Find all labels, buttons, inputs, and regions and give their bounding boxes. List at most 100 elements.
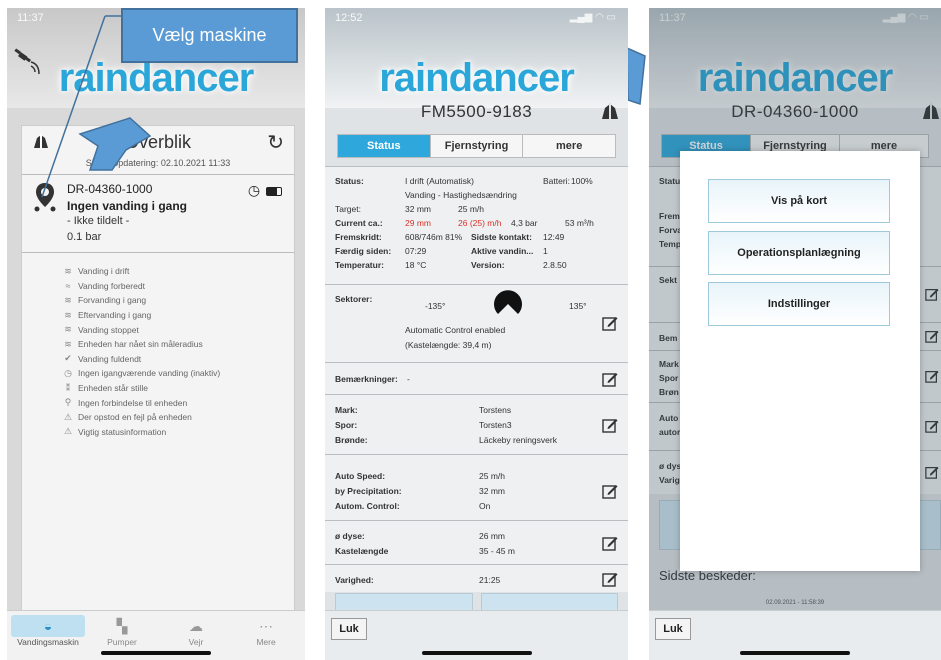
edit-icon[interactable]: [602, 315, 618, 331]
well-value: Läckeby reningsverk: [479, 435, 557, 445]
current-pressure: 4,3 bar: [511, 218, 538, 228]
legend-label: Forvanding i gang: [78, 295, 147, 306]
detail-tabs: Status Fjernstyring mere: [337, 134, 616, 158]
throw-length-label: Kastelængde: [335, 546, 389, 556]
legend-label: Ingen igangværende vanding (inaktiv): [78, 368, 221, 379]
machine-status: Ingen vanding i gang: [67, 199, 187, 213]
legend-item: ⚲ Ingen forbindelse til enheden: [62, 395, 220, 410]
app-logo: raindancer: [379, 56, 575, 100]
machine-pressure: 0.1 bar: [67, 231, 102, 243]
temperature-label: Temperatur:: [335, 260, 384, 270]
mode-value: Vanding - Hastighedsændring: [405, 190, 517, 200]
machine-status-icons: ◷: [248, 182, 282, 199]
legend-label: Der opstod en fejl på enheden: [78, 412, 192, 423]
legend-item: ⚠ Vigtig statusinformation: [62, 425, 220, 440]
machine-list-item[interactable]: DR-04360-1000 Ingen vanding i gang - Ikk…: [30, 178, 286, 250]
progress-label: Fremskridt:: [335, 232, 382, 242]
bottom-tab-bar: ◒ Vandingsmaskin ▚ Pumper ☁ Vejr ⋯ Mere: [7, 610, 305, 660]
tab-label: Mere: [256, 637, 276, 647]
precipitation-label: by Precipitation:: [335, 486, 402, 496]
tab-vandingsmaskin[interactable]: ◒ Vandingsmaskin: [11, 615, 85, 647]
checkmark-icon: ✔: [64, 353, 72, 364]
track-value: Torsten3: [479, 420, 512, 430]
mark-value: Torstens: [479, 405, 512, 415]
irrigation-stopped-icon: ≋: [64, 324, 72, 335]
nozzle-label: ø dyse:: [335, 531, 365, 541]
status-time: 12:52: [335, 12, 363, 24]
show-on-map-button[interactable]: Vis på kort: [708, 179, 890, 223]
home-indicator: [101, 651, 211, 655]
sector-dial-icon: [494, 290, 522, 314]
battery-value: 100%: [571, 176, 593, 186]
map-pin-icon: [34, 183, 56, 212]
legend-label: Vanding fuldendt: [78, 353, 142, 364]
weather-icon: ☁: [189, 618, 203, 634]
home-indicator: [421, 651, 532, 655]
status-time: 11:37: [17, 12, 44, 24]
tab-mere[interactable]: ⋯ Mere: [229, 615, 303, 647]
well-label: Brønde:: [335, 435, 368, 445]
legend-label: Eftervanding i gang: [78, 310, 152, 321]
target-mm: 32 mm: [405, 204, 431, 214]
divider: [22, 252, 294, 253]
sector-throw-length: (Kastelængde: 39,4 m): [405, 340, 492, 350]
legend-item: ◷ Ingen igangværende vanding (inaktiv): [62, 366, 220, 381]
current-mm: 29 mm: [405, 218, 431, 228]
finished-label: Færdig siden:: [335, 246, 392, 256]
target-speed: 25 m/h: [458, 204, 484, 214]
current-speed: 26 (25) m/h: [458, 218, 502, 228]
status-legend: ≋ Vanding i drift ≈ Vanding forberedt ≋ Forva…: [62, 264, 220, 439]
post-irrigation-icon: ≋: [64, 309, 72, 320]
edit-icon[interactable]: [602, 483, 618, 499]
clock-icon: ◷: [64, 367, 72, 378]
autom-control-label: Autom. Control:: [335, 501, 400, 511]
settings-button[interactable]: Indstillinger: [708, 282, 890, 326]
nozzle-value: 26 mm: [479, 531, 505, 541]
phone-overview: 11:37 raindancer Overblik ↻ Sidste opdat…: [7, 8, 305, 660]
duration-label: Varighed:: [335, 575, 374, 585]
battery-label: Batteri:: [543, 176, 570, 186]
machine-menu-modal: Vis på kort Operationsplanlægning Indsti…: [680, 151, 920, 571]
radius-reached-icon: ≋: [64, 338, 72, 349]
track-label: Spor:: [335, 420, 358, 430]
close-button[interactable]: Luk: [655, 618, 691, 640]
legend-item: ✔ Vanding fuldendt: [62, 352, 220, 367]
operation-planning-button[interactable]: Operationsplanlægning: [708, 231, 890, 275]
remarks-value: -: [407, 374, 410, 384]
edit-icon[interactable]: [602, 535, 618, 551]
legend-label: Vanding stoppet: [78, 324, 139, 335]
tab-vejr[interactable]: ☁ Vejr: [159, 615, 233, 647]
edit-icon[interactable]: [602, 571, 618, 587]
sprinkler-ready-icon: ≈: [65, 280, 71, 291]
nozzle-section: ø dyse: 26 mm Kastelængde 35 - 45 m: [325, 520, 628, 564]
tab-status[interactable]: Status: [338, 135, 431, 157]
battery-icon: [266, 186, 282, 196]
edit-icon[interactable]: [602, 417, 618, 433]
close-button[interactable]: Luk: [331, 618, 367, 640]
no-connection-icon: ⚲: [64, 397, 72, 408]
duration-value: 21:25: [479, 575, 501, 585]
sprinkler-icon: ≋: [64, 265, 72, 276]
version-value: 2.8.50: [543, 260, 567, 270]
precipitation-value: 32 mm: [479, 486, 505, 496]
target-label: Target:: [335, 204, 361, 214]
last-contact-value: 12:49: [543, 232, 565, 242]
warning-icon: ⚠: [63, 411, 73, 422]
active-value: 1: [543, 246, 548, 256]
auto-speed-label: Auto Speed:: [335, 471, 386, 481]
legend-label: Enheden har nået sin måleradius: [78, 339, 203, 350]
machine-hat-icon[interactable]: [600, 102, 620, 120]
legend-label: Vanding i drift: [78, 266, 130, 277]
phone-machine-menu: 11:37 ▂▄▆ ◠ ▭ raindancer DR-04360-1000 S…: [649, 8, 941, 660]
refresh-icon[interactable]: ↻: [267, 130, 284, 155]
status-label: Status:: [335, 176, 364, 186]
legend-item: ≋ Vanding stoppet: [62, 322, 220, 337]
legend-item: ≋ Enheden har nået sin måleradius: [62, 337, 220, 352]
remarks-label: Bemærkninger:: [335, 374, 398, 384]
edit-icon[interactable]: [602, 371, 618, 387]
tab-pumper[interactable]: ▚ Pumper: [85, 615, 159, 647]
tab-remote-control[interactable]: Fjernstyring: [431, 135, 524, 157]
phone-machine-status: 12:52 ▂▄▆ ◠ ▭ raindancer FM5500-9183 Sta…: [325, 8, 628, 660]
tab-more[interactable]: mere: [523, 135, 615, 157]
sector-control: Automatic Control enabled: [405, 325, 506, 335]
